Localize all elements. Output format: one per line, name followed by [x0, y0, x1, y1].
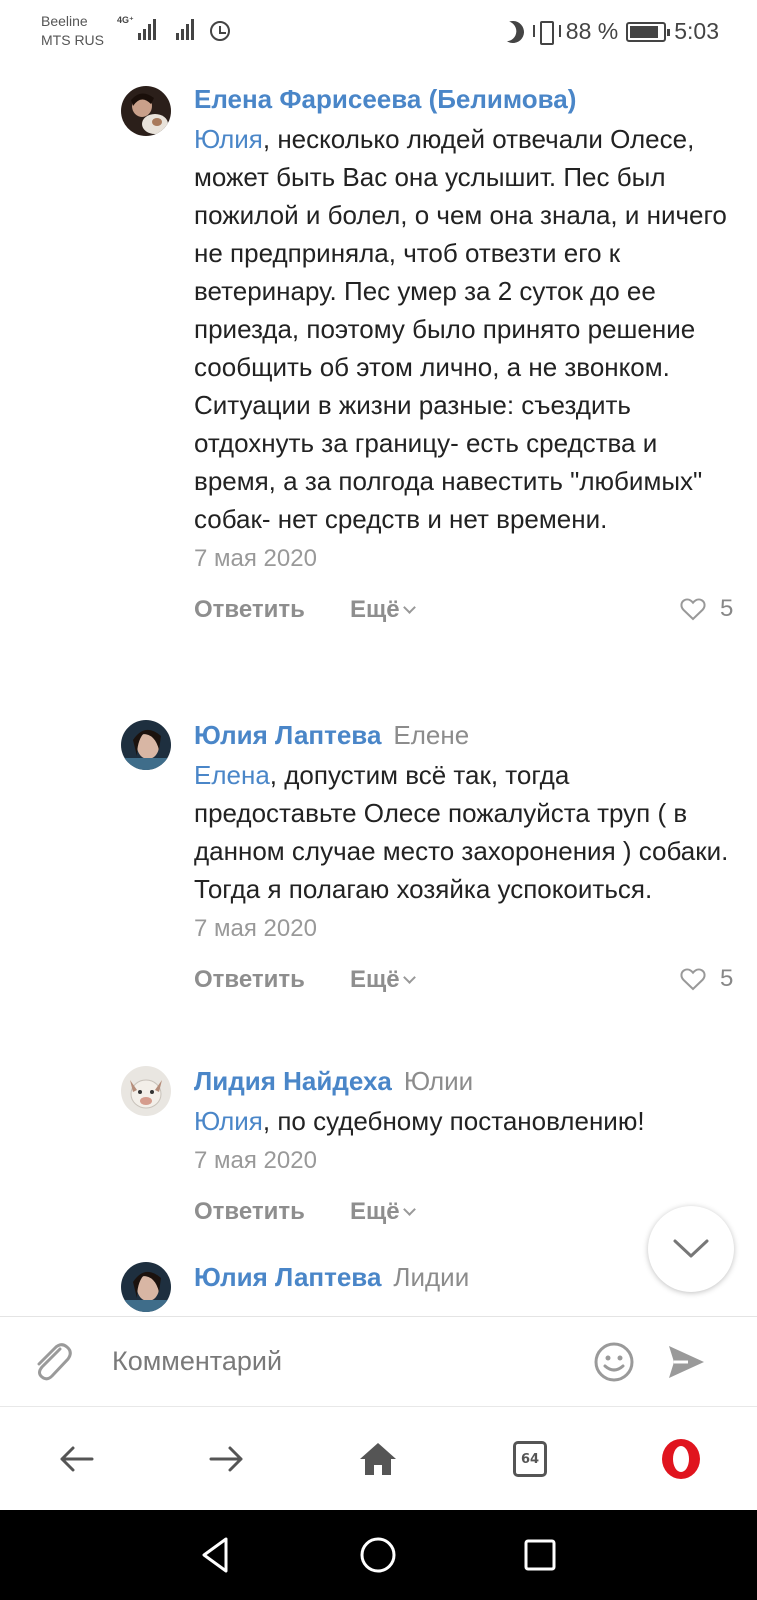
comment-body: , по судебному постановлению! — [262, 1106, 645, 1136]
send-icon[interactable] — [666, 1342, 706, 1382]
status-bar: Beeline MTS RUS 4G⁺ 88 % 5:03 — [0, 0, 757, 62]
alarm-icon — [210, 21, 230, 41]
signal-1-icon — [138, 18, 156, 40]
more-button[interactable]: Ещё — [350, 966, 416, 994]
reply-button[interactable]: Ответить — [194, 596, 305, 624]
more-button[interactable]: Ещё — [350, 1198, 416, 1226]
comment-date: 7 мая 2020 — [194, 545, 317, 572]
heart-icon — [680, 968, 706, 991]
home-button[interactable] — [354, 1437, 402, 1481]
comment-date: 7 мая 2020 — [194, 915, 317, 942]
avatar[interactable] — [121, 720, 171, 770]
comment-text: Елена, допустим всё так, тогда предостав… — [194, 756, 734, 908]
mention-link[interactable]: Юлия — [194, 1106, 263, 1136]
comment-composer — [0, 1316, 757, 1406]
network-type: 4G⁺ — [117, 15, 134, 25]
author-name[interactable]: Юлия Лаптева — [194, 1262, 381, 1292]
clock: 5:03 — [674, 18, 719, 44]
reply-to-name[interactable]: Юлии — [404, 1066, 473, 1096]
nav-recents-icon[interactable] — [518, 1533, 562, 1577]
author-name[interactable]: Юлия Лаптева — [194, 720, 381, 750]
opera-icon — [662, 1439, 700, 1479]
tabs-button[interactable]: 64 — [506, 1437, 554, 1481]
reply-button[interactable]: Ответить — [194, 1198, 305, 1226]
more-label: Ещё — [350, 596, 400, 623]
battery-percent: 88 % — [565, 18, 619, 44]
scroll-down-button[interactable] — [648, 1206, 734, 1292]
back-arrow-icon — [60, 1446, 94, 1472]
chevron-down-icon — [402, 601, 416, 614]
author-name[interactable]: Елена Фарисеева (Белимова) — [194, 84, 576, 114]
chevron-down-icon — [402, 1203, 416, 1216]
comment-text: Юлия, несколько людей отвечали Олесе, мо… — [194, 120, 734, 538]
attach-icon[interactable] — [30, 1339, 74, 1385]
comment-text: Юлия, по судебному постановлению! — [194, 1102, 734, 1140]
mention-link[interactable]: Юлия — [194, 124, 263, 154]
comment-body: , допустим всё так, тогда предоставьте О… — [194, 760, 736, 904]
emoji-icon[interactable] — [593, 1341, 635, 1383]
tab-count: 64 — [520, 1451, 540, 1467]
carrier-1: Beeline — [41, 13, 88, 29]
home-icon — [360, 1443, 396, 1475]
carrier-labels: Beeline MTS RUS — [41, 12, 104, 50]
do-not-disturb-icon — [499, 17, 527, 45]
browser-toolbar: 64 — [0, 1406, 757, 1510]
author-name[interactable]: Лидия Найдеха — [194, 1066, 392, 1096]
mention-link[interactable]: Елена — [194, 760, 270, 790]
forward-arrow-icon — [209, 1446, 243, 1472]
avatar[interactable] — [121, 1262, 171, 1312]
opera-menu-button[interactable] — [657, 1437, 705, 1481]
like-button[interactable]: 5 — [678, 594, 733, 624]
chevron-down-icon — [673, 1239, 709, 1258]
comment-feed[interactable]: Елена Фарисеева (Белимова) Юлия, несколь… — [0, 62, 757, 1316]
vibrate-icon — [532, 20, 561, 45]
like-count: 5 — [720, 595, 734, 622]
reply-button[interactable]: Ответить — [194, 966, 305, 994]
more-label: Ещё — [350, 1198, 400, 1225]
carrier-2: MTS RUS — [41, 32, 104, 48]
heart-icon — [680, 598, 706, 621]
tabs-icon: 64 — [513, 1441, 547, 1477]
like-button[interactable]: 5 — [678, 964, 733, 994]
signal-2-icon — [176, 18, 194, 40]
battery-icon — [626, 21, 671, 42]
more-button[interactable]: Ещё — [350, 596, 416, 624]
nav-back-icon[interactable] — [194, 1533, 238, 1577]
system-nav-bar — [0, 1510, 757, 1600]
like-count: 5 — [720, 965, 734, 992]
comment-date: 7 мая 2020 — [194, 1147, 317, 1174]
reply-to-name[interactable]: Елене — [393, 720, 469, 750]
comment-body: , несколько людей отвечали Олесе, может … — [194, 124, 727, 534]
nav-home-icon[interactable] — [356, 1533, 400, 1577]
forward-button[interactable] — [203, 1437, 251, 1481]
more-label: Ещё — [350, 966, 400, 993]
comment-input[interactable] — [112, 1339, 572, 1383]
avatar[interactable] — [121, 1066, 171, 1116]
chevron-down-icon — [402, 971, 416, 984]
reply-to-name[interactable]: Лидии — [393, 1262, 469, 1292]
back-button[interactable] — [52, 1437, 100, 1481]
avatar[interactable] — [121, 86, 171, 136]
